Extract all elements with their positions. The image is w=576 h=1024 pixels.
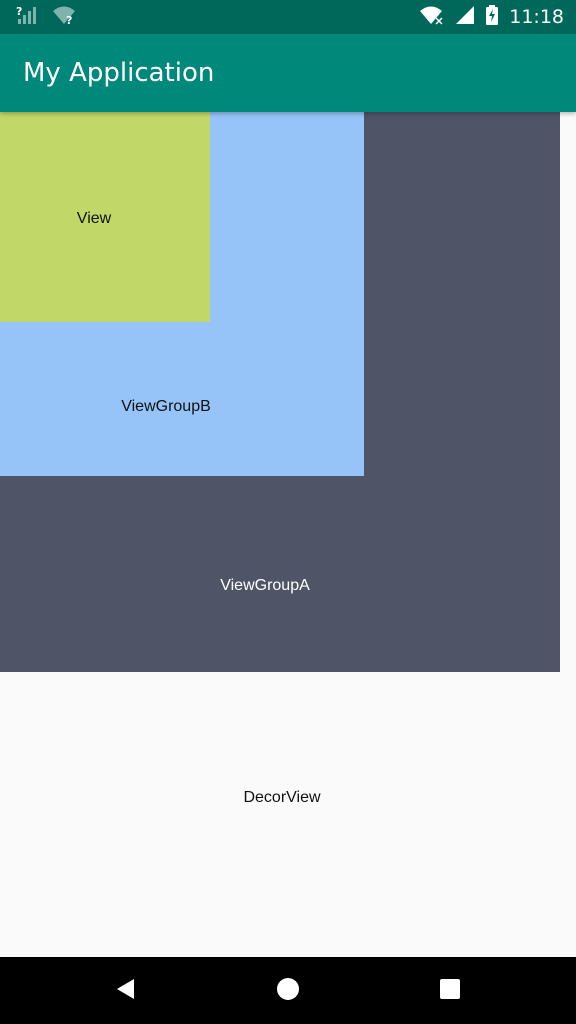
cell-signal-icon	[455, 5, 475, 29]
view-group-a[interactable]: View ViewGroupB ViewGroupA	[0, 112, 560, 672]
view-group-b[interactable]: View ViewGroupB	[0, 112, 364, 476]
home-button[interactable]	[274, 977, 302, 1005]
status-left-icons: ? ?	[16, 5, 78, 29]
app-bar: My Application	[0, 34, 576, 112]
recents-button[interactable]	[436, 977, 464, 1005]
recents-icon	[438, 977, 462, 1005]
svg-text:?: ?	[16, 5, 22, 18]
view-label: View	[76, 210, 112, 227]
status-time: 11:18	[509, 6, 564, 28]
view-group-b-label: ViewGroupB	[121, 398, 211, 415]
view[interactable]: View	[0, 112, 210, 322]
svg-text:?: ?	[66, 14, 72, 25]
wifi-unknown-icon: ?	[52, 5, 78, 29]
decor-view[interactable]: View ViewGroupB ViewGroupA DecorView	[0, 112, 576, 957]
battery-charging-icon	[485, 5, 499, 29]
status-bar: ? ? 11:18	[0, 0, 576, 34]
home-icon	[276, 977, 300, 1005]
decor-view-label: DecorView	[243, 789, 321, 806]
navigation-bar	[0, 957, 576, 1024]
app-title: My Application	[23, 58, 215, 88]
back-icon	[114, 977, 138, 1005]
back-button[interactable]	[112, 977, 140, 1005]
wifi-icon	[419, 5, 445, 29]
signal-unknown-icon: ?	[16, 5, 38, 29]
view-group-a-label: ViewGroupA	[220, 577, 310, 594]
status-right-icons: 11:18	[419, 5, 564, 29]
